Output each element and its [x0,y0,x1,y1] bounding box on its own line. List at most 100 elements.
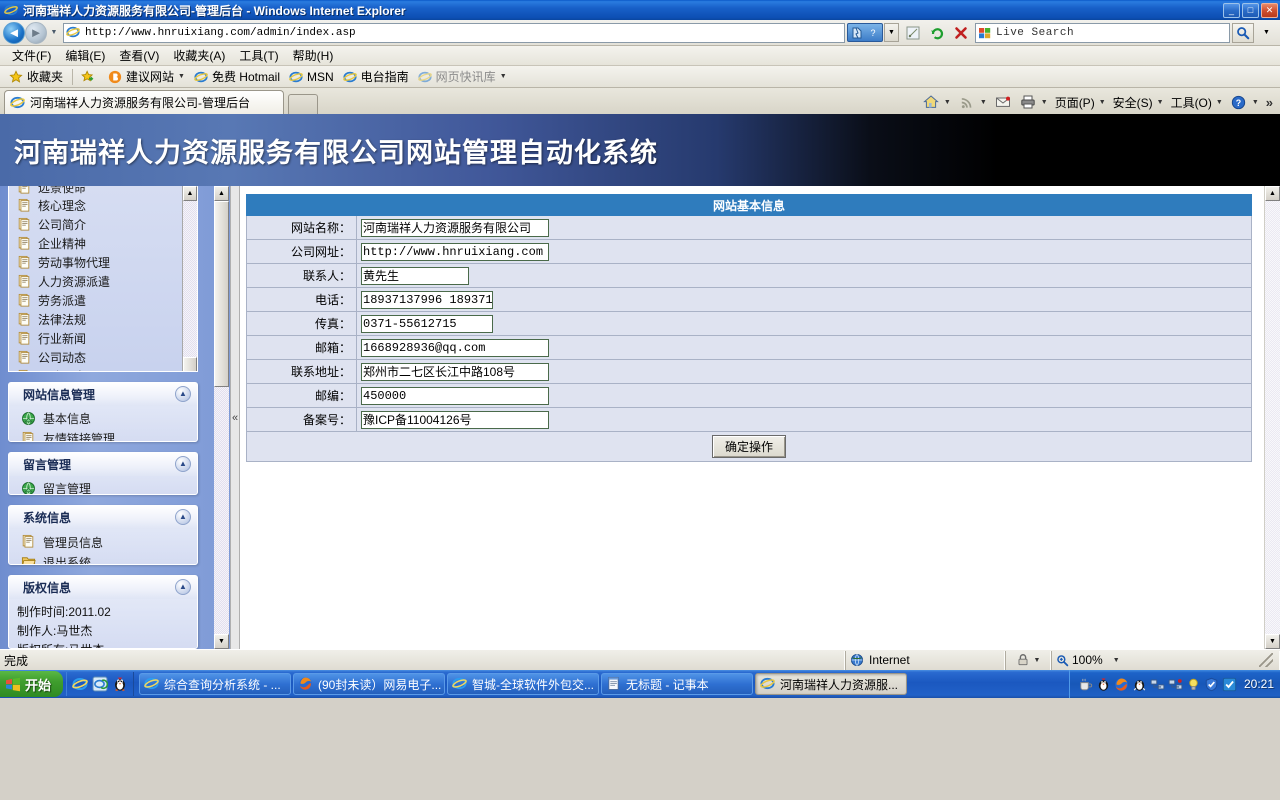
sidebar-item-enterprise-spirit[interactable]: 企业精神 [9,234,197,253]
protected-mode-cell[interactable]: ▼ [1005,650,1051,670]
task-button[interactable]: 综合查询分析系统 - ... [139,673,292,695]
chevron-down-icon[interactable]: ▼ [1216,99,1223,106]
update-icon[interactable] [1222,677,1237,692]
chevron-down-icon[interactable]: ▼ [1252,99,1259,106]
scrollbar-track[interactable] [183,201,197,357]
qq-penguin-icon[interactable] [112,676,128,692]
menu-file[interactable]: 文件(F) [5,45,58,66]
scroll-down-button[interactable]: ▼ [214,634,229,649]
nav-list-scrollbar[interactable]: ▲ [182,186,197,371]
favorite-web-slice-gallery[interactable]: 网页快讯库 ▼ [414,67,512,86]
menu-tools[interactable]: 工具(T) [232,45,285,66]
read-mail-button[interactable] [991,92,1015,112]
compat-dropdown-caret[interactable]: ▼ [884,23,899,42]
scrollbar-thumb[interactable] [214,201,229,387]
new-tab-button[interactable] [288,94,318,114]
menu-item-logout[interactable]: 退出系统 [9,552,197,565]
ie-refresh-icon[interactable] [92,676,109,692]
cup-icon[interactable] [1078,677,1093,692]
submit-button[interactable]: 确定操作 [711,435,786,458]
panel-header[interactable]: 系统信息 ▲ [9,506,197,530]
chevron-down-icon[interactable]: ▼ [1034,657,1041,664]
chevron-up-icon[interactable]: ▲ [175,455,191,472]
sidebar-scrollbar[interactable]: ▲ ▼ [214,186,229,649]
scroll-up-button[interactable]: ▲ [183,186,197,201]
task-button[interactable]: 智城-全球软件外包交... [447,673,600,695]
address-bar-input[interactable]: http://www.hnruixiang.com/admin/index.as… [63,22,845,43]
phone-input[interactable]: 18937137996 189371379 [361,290,493,309]
tools-menu-button[interactable]: 工具(O) ▼ [1168,93,1226,112]
zoom-level-cell[interactable]: 100% ▼ [1051,650,1280,670]
menu-help[interactable]: 帮助(H) [286,45,341,66]
company-url-input[interactable]: http://www.hnruixiang.com [361,242,549,261]
task-button-active[interactable]: 河南瑞祥人力资源服... [755,673,908,695]
chevron-down-icon[interactable]: ▼ [1041,99,1048,106]
sidebar-item-company-news[interactable]: 公司动态 [9,348,197,367]
firefox-tray-icon[interactable] [1114,677,1129,692]
scrollbar-thumb[interactable] [183,357,197,371]
favorites-center-button[interactable]: 收藏夹 [5,67,68,86]
address-input[interactable]: 郑州市二七区长江中路108号 [361,362,549,381]
sidebar-item-talent-philosophy[interactable]: 人才理念 [9,367,197,371]
back-button[interactable]: ◄ [3,21,25,44]
chevron-up-icon[interactable]: ▲ [175,385,191,402]
menu-item-basic-info[interactable]: 基本信息 [9,409,197,429]
sidebar-item-core-values[interactable]: 核心理念 [9,196,197,215]
menu-view[interactable]: 查看(V) [112,45,166,66]
sidebar-collapse-splitter[interactable]: « [230,186,240,649]
network2-icon[interactable] [1168,677,1183,692]
network-icon[interactable] [1150,677,1165,692]
chevron-down-icon[interactable]: ▼ [1157,99,1164,106]
qq-penguin-icon[interactable] [1096,677,1111,692]
scrollbar-track[interactable] [214,387,229,634]
sidebar-item-laws[interactable]: 法律法规 [9,310,197,329]
shield-icon[interactable] [1204,677,1219,692]
sidebar-item-labor-dispatch[interactable]: 劳务派遣 [9,291,197,310]
page-scrollbar[interactable]: ▲ ▼ [1264,186,1280,649]
email-input[interactable]: 1668928936@qq.com [361,338,549,357]
search-go-button[interactable] [1232,22,1254,43]
command-bar-overflow-button[interactable]: » [1263,95,1276,110]
qq-penguin2-icon[interactable] [1132,677,1147,692]
page-menu-button[interactable]: 页面(P) ▼ [1052,93,1109,112]
feeds-button[interactable] [902,22,923,43]
panel-header[interactable]: 版权信息 ▲ [9,576,197,600]
start-button[interactable]: 开始 [0,671,64,697]
favorite-hotmail[interactable]: 免费 Hotmail [190,67,285,86]
contact-person-input[interactable]: 黄先生 [361,266,469,285]
task-button[interactable]: (90封未读）网易电子... [293,673,446,695]
taskbar-clock[interactable]: 20:21 [1244,677,1274,691]
help-menu-button[interactable]: ? ▼ [1227,92,1262,112]
home-button[interactable]: ▼ [919,92,954,112]
scroll-down-button[interactable]: ▼ [1265,634,1280,649]
menu-item-admin-info[interactable]: 管理员信息 [9,532,197,552]
chevron-down-icon[interactable]: ▼ [944,99,951,106]
chevron-left-icon[interactable]: « [232,412,238,424]
menu-item-friendly-links[interactable]: 友情链接管理 [9,429,197,441]
security-zone-cell[interactable]: Internet [845,650,1005,670]
close-button[interactable]: ✕ [1261,2,1278,18]
search-input[interactable]: Live Search [975,22,1230,43]
search-provider-caret[interactable]: ▼ [1256,22,1277,43]
scroll-up-button[interactable]: ▲ [214,186,229,201]
compatibility-view-button[interactable]: ? [847,23,883,42]
fax-input[interactable]: 0371-55612715 [361,314,493,333]
chevron-down-icon[interactable]: ▼ [500,73,507,80]
menu-favorites[interactable]: 收藏夹(A) [166,45,232,66]
sidebar-item-vision[interactable]: 远景使命 [9,186,197,196]
refresh-button[interactable] [926,22,947,43]
feeds-button[interactable]: ▼ [955,92,990,112]
lightbulb-icon[interactable] [1186,677,1201,692]
menu-edit[interactable]: 编辑(E) [58,45,112,66]
sidebar-item-company-profile[interactable]: 公司简介 [9,215,197,234]
panel-header[interactable]: 留言管理 ▲ [9,452,197,476]
favorite-radio-guide[interactable]: 电台指南 [339,67,414,86]
favorite-suggested-sites[interactable]: 建议网站 ▼ [104,67,190,86]
scroll-up-button[interactable]: ▲ [1265,186,1280,201]
menu-item-message-management[interactable]: 留言管理 [9,479,197,495]
task-button[interactable]: 无标题 - 记事本 [601,673,754,695]
recent-pages-dropdown[interactable]: ▼ [47,23,61,43]
resize-grip[interactable] [1259,653,1273,667]
panel-header[interactable]: 网站信息管理 ▲ [9,382,197,406]
chevron-up-icon[interactable]: ▲ [175,579,191,596]
